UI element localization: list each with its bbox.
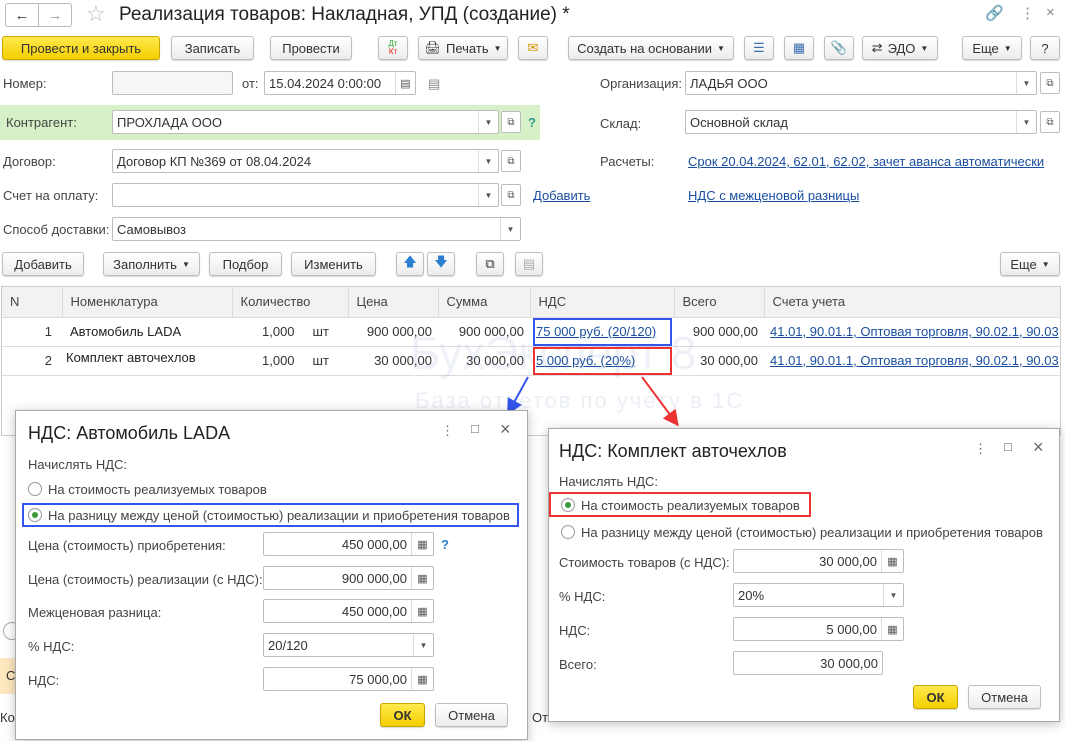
option1-label[interactable]: На стоимость реализуемых товаров: [581, 498, 800, 513]
calculator-icon[interactable]: ▦: [411, 567, 433, 589]
calculator-icon[interactable]: ▦: [881, 618, 903, 640]
cancel-button[interactable]: Отмена: [968, 685, 1041, 709]
cost-label: Стоимость товаров (с НДС):: [559, 555, 730, 570]
help-icon[interactable]: ?: [441, 537, 449, 552]
vat-rate-select[interactable]: 20/120 ▼: [263, 633, 434, 657]
dialog-title: НДС: Автомобиль LADA: [28, 423, 231, 443]
accrue-vat-label: Начислять НДС:: [559, 474, 659, 489]
price-difference-value: 450 000,00: [341, 603, 407, 619]
ok-button[interactable]: ОК: [913, 685, 958, 709]
purchase-price-value: 450 000,00: [341, 536, 407, 552]
close-icon[interactable]: ×: [1033, 437, 1044, 458]
radio-option1[interactable]: [28, 482, 42, 496]
vat-label: НДС:: [28, 673, 60, 688]
calculator-icon[interactable]: ▦: [411, 600, 433, 622]
vat-rate-select[interactable]: 20% ▼: [733, 583, 904, 607]
vat-rate-value: 20%: [738, 587, 765, 603]
purchase-price-label: Цена (стоимость) приобретения:: [28, 538, 226, 553]
cost-input[interactable]: 30 000,00 ▦: [733, 549, 904, 573]
total-label: Всего:: [559, 657, 597, 672]
sale-price-value: 900 000,00: [341, 570, 407, 586]
chevron-down-icon[interactable]: ▼: [883, 584, 903, 606]
cost-value: 30 000,00: [819, 553, 877, 569]
blue-arrow: [507, 376, 529, 416]
vat-label: НДС:: [559, 623, 591, 638]
vat-input[interactable]: 75 000,00 ▦: [263, 667, 434, 691]
radio-option2[interactable]: [561, 525, 575, 539]
price-difference-input[interactable]: 450 000,00 ▦: [263, 599, 434, 623]
vat-value: 5 000,00: [826, 621, 877, 637]
sale-price-label: Цена (стоимость) реализации (с НДС):: [28, 572, 263, 587]
dialog-title: НДС: Комплект авточехлов: [559, 441, 787, 461]
option2-label[interactable]: На разницу между ценой (стоимостью) реал…: [581, 525, 1043, 540]
more-menu-icon[interactable]: ⋮: [441, 423, 454, 439]
vat-rate-value: 20/120: [268, 637, 308, 653]
more-menu-icon[interactable]: ⋮: [974, 441, 987, 457]
calculator-icon[interactable]: ▦: [411, 533, 433, 555]
price-difference-label: Межценовая разница:: [28, 605, 162, 620]
vat-value: 75 000,00: [349, 671, 407, 687]
radio-option1[interactable]: [561, 498, 575, 512]
purchase-price-input[interactable]: 450 000,00 ▦: [263, 532, 434, 556]
vat-rate-label: % НДС:: [28, 639, 75, 654]
close-icon[interactable]: ×: [500, 419, 511, 440]
ok-button[interactable]: ОК: [380, 703, 425, 727]
cancel-button[interactable]: Отмена: [435, 703, 508, 727]
sale-price-input[interactable]: 900 000,00 ▦: [263, 566, 434, 590]
calculator-icon[interactable]: ▦: [411, 668, 433, 690]
vat-dialog-lada: НДС: Автомобиль LADA ⋮ □ × Начислять НДС…: [15, 410, 528, 740]
total-value: 30 000,00: [820, 655, 878, 671]
red-arrow: [641, 376, 679, 427]
vat-input[interactable]: 5 000,00 ▦: [733, 617, 904, 641]
calculator-icon[interactable]: ▦: [881, 550, 903, 572]
radio-option2[interactable]: [28, 508, 42, 522]
vat-rate-label: % НДС:: [559, 589, 606, 604]
vat-dialog-car-covers: НДС: Комплект авточехлов ⋮ □ × Начислять…: [548, 428, 1060, 722]
total-input: 30 000,00: [733, 651, 883, 675]
option2-label[interactable]: На разницу между ценой (стоимостью) реал…: [48, 508, 510, 523]
option1-label[interactable]: На стоимость реализуемых товаров: [48, 482, 267, 497]
accrue-vat-label: Начислять НДС:: [28, 457, 128, 472]
maximize-icon[interactable]: □: [471, 421, 479, 436]
chevron-down-icon[interactable]: ▼: [413, 634, 433, 656]
maximize-icon[interactable]: □: [1004, 439, 1012, 454]
